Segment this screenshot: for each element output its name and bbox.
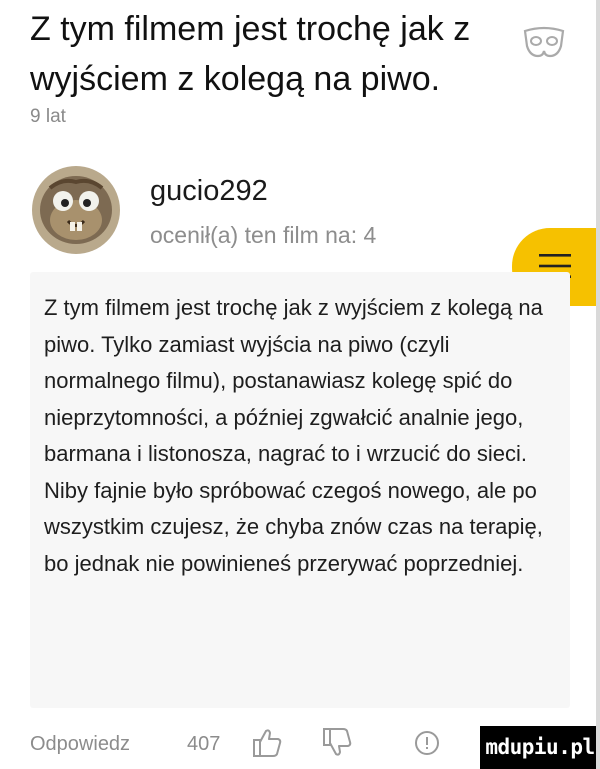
scroll-edge (596, 0, 600, 769)
thumbs-up-icon[interactable] (252, 727, 282, 759)
review-age: 9 lat (30, 106, 66, 127)
avatar[interactable] (32, 166, 120, 254)
review-title[interactable]: Z tym filmem jest trochę jak z wyjściem … (30, 4, 510, 104)
info-circle-icon[interactable] (414, 730, 440, 756)
reply-button[interactable]: Odpowiedz (30, 733, 130, 756)
review-body: Z tym filmem jest trochę jak z wyjściem … (44, 295, 543, 576)
spoiler-mask-icon (523, 26, 565, 58)
vote-count: 407 (187, 733, 221, 755)
thumbs-down-icon[interactable] (322, 726, 352, 758)
author-rating: ocenił(a) ten film na: 4 (150, 222, 377, 248)
watermark: mdupiu.pl (480, 726, 600, 769)
author-username[interactable]: gucio292 (150, 175, 268, 208)
